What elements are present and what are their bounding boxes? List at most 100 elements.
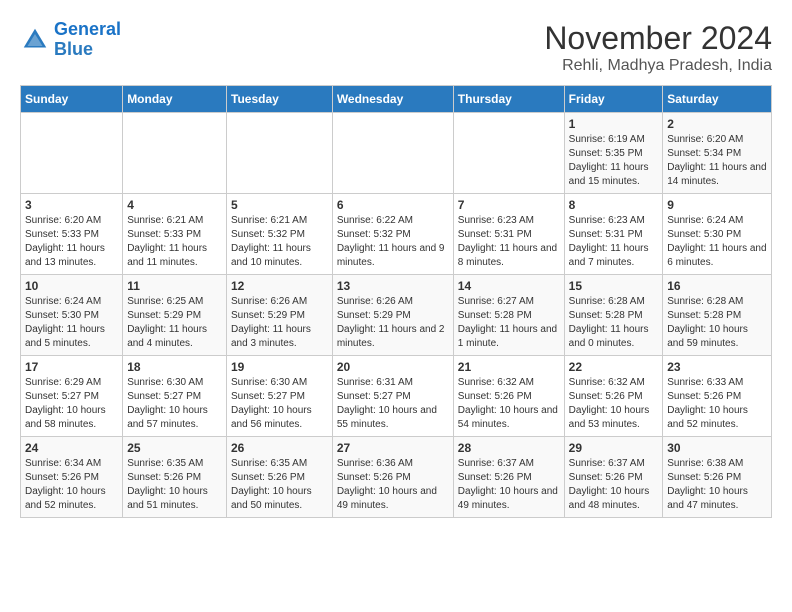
- calendar-cell: [21, 113, 123, 194]
- day-number: 22: [569, 360, 659, 374]
- day-info: Sunrise: 6:32 AM Sunset: 5:26 PM Dayligh…: [569, 376, 659, 432]
- day-number: 14: [458, 279, 560, 293]
- calendar-cell: 5 Sunrise: 6:21 AM Sunset: 5:32 PM Daylig…: [227, 194, 333, 275]
- day-info: Sunrise: 6:32 AM Sunset: 5:26 PM Dayligh…: [458, 376, 560, 432]
- calendar-cell: 17 Sunrise: 6:29 AM Sunset: 5:27 PM Dayli…: [21, 356, 123, 437]
- calendar-cell: 11 Sunrise: 6:25 AM Sunset: 5:29 PM Dayli…: [123, 275, 227, 356]
- day-info: Sunrise: 6:22 AM Sunset: 5:32 PM Dayligh…: [337, 214, 449, 270]
- day-number: 4: [127, 198, 222, 212]
- calendar-cell: 8 Sunrise: 6:23 AM Sunset: 5:31 PM Daylig…: [564, 194, 663, 275]
- page-header: General Blue November 2024 Rehli, Madhya…: [20, 20, 772, 75]
- day-number: 5: [231, 198, 328, 212]
- weekday-header-wednesday: Wednesday: [332, 86, 453, 113]
- day-number: 30: [667, 441, 767, 455]
- month-title: November 2024: [544, 20, 772, 57]
- location-subtitle: Rehli, Madhya Pradesh, India: [544, 57, 772, 75]
- calendar-header-row: SundayMondayTuesdayWednesdayThursdayFrid…: [21, 86, 772, 113]
- day-number: 8: [569, 198, 659, 212]
- calendar-cell: 1 Sunrise: 6:19 AM Sunset: 5:35 PM Daylig…: [564, 113, 663, 194]
- day-number: 28: [458, 441, 560, 455]
- day-number: 9: [667, 198, 767, 212]
- calendar-cell: 29Sunrise: 6:37 AM Sunset: 5:26 PM Dayli…: [564, 437, 663, 518]
- day-number: 26: [231, 441, 328, 455]
- calendar-cell: 4Sunrise: 6:21 AM Sunset: 5:33 PM Daylig…: [123, 194, 227, 275]
- calendar-week-row: 10 Sunrise: 6:24 AM Sunset: 5:30 PM Dayli…: [21, 275, 772, 356]
- day-number: 3: [25, 198, 118, 212]
- day-info: Sunrise: 6:20 AM Sunset: 5:34 PM Dayligh…: [667, 133, 767, 189]
- day-number: 18: [127, 360, 222, 374]
- day-number: 7: [458, 198, 560, 212]
- day-number: 12: [231, 279, 328, 293]
- day-info: Sunrise: 6:24 AM Sunset: 5:30 PM Dayligh…: [25, 295, 118, 351]
- calendar-cell: 13Sunrise: 6:26 AM Sunset: 5:29 PM Dayli…: [332, 275, 453, 356]
- calendar-cell: [332, 113, 453, 194]
- day-number: 1: [569, 117, 659, 131]
- day-info: Sunrise: 6:37 AM Sunset: 5:26 PM Dayligh…: [458, 457, 560, 513]
- day-info: Sunrise: 6:31 AM Sunset: 5:27 PM Dayligh…: [337, 376, 449, 432]
- calendar-cell: 3 Sunrise: 6:20 AM Sunset: 5:33 PM Daylig…: [21, 194, 123, 275]
- calendar-cell: 27Sunrise: 6:36 AM Sunset: 5:26 PM Dayli…: [332, 437, 453, 518]
- weekday-header-tuesday: Tuesday: [227, 86, 333, 113]
- day-number: 6: [337, 198, 449, 212]
- day-info: Sunrise: 6:24 AM Sunset: 5:30 PM Dayligh…: [667, 214, 767, 270]
- calendar-cell: 9 Sunrise: 6:24 AM Sunset: 5:30 PM Daylig…: [663, 194, 772, 275]
- weekday-header-friday: Friday: [564, 86, 663, 113]
- day-number: 19: [231, 360, 328, 374]
- calendar-cell: 23Sunrise: 6:33 AM Sunset: 5:26 PM Dayli…: [663, 356, 772, 437]
- calendar-cell: 30Sunrise: 6:38 AM Sunset: 5:26 PM Dayli…: [663, 437, 772, 518]
- day-number: 29: [569, 441, 659, 455]
- calendar-cell: 18 Sunrise: 6:30 AM Sunset: 5:27 PM Dayli…: [123, 356, 227, 437]
- day-number: 15: [569, 279, 659, 293]
- day-number: 24: [25, 441, 118, 455]
- calendar-cell: 14 Sunrise: 6:27 AM Sunset: 5:28 PM Dayli…: [453, 275, 564, 356]
- day-info: Sunrise: 6:33 AM Sunset: 5:26 PM Dayligh…: [667, 376, 767, 432]
- day-number: 11: [127, 279, 222, 293]
- weekday-header-sunday: Sunday: [21, 86, 123, 113]
- day-info: Sunrise: 6:29 AM Sunset: 5:27 PM Dayligh…: [25, 376, 118, 432]
- weekday-header-thursday: Thursday: [453, 86, 564, 113]
- calendar-cell: 21Sunrise: 6:32 AM Sunset: 5:26 PM Dayli…: [453, 356, 564, 437]
- calendar-week-row: 1 Sunrise: 6:19 AM Sunset: 5:35 PM Daylig…: [21, 113, 772, 194]
- day-info: Sunrise: 6:26 AM Sunset: 5:29 PM Dayligh…: [231, 295, 328, 351]
- calendar-cell: 16Sunrise: 6:28 AM Sunset: 5:28 PM Dayli…: [663, 275, 772, 356]
- day-number: 2: [667, 117, 767, 131]
- calendar-cell: [227, 113, 333, 194]
- day-info: Sunrise: 6:25 AM Sunset: 5:29 PM Dayligh…: [127, 295, 222, 351]
- day-number: 10: [25, 279, 118, 293]
- day-info: Sunrise: 6:30 AM Sunset: 5:27 PM Dayligh…: [127, 376, 222, 432]
- calendar-cell: 2 Sunrise: 6:20 AM Sunset: 5:34 PM Daylig…: [663, 113, 772, 194]
- calendar-cell: [453, 113, 564, 194]
- day-number: 27: [337, 441, 449, 455]
- day-number: 13: [337, 279, 449, 293]
- calendar-cell: 24 Sunrise: 6:34 AM Sunset: 5:26 PM Dayli…: [21, 437, 123, 518]
- day-number: 20: [337, 360, 449, 374]
- calendar-cell: 20 Sunrise: 6:31 AM Sunset: 5:27 PM Dayli…: [332, 356, 453, 437]
- title-block: November 2024 Rehli, Madhya Pradesh, Ind…: [544, 20, 772, 75]
- calendar-cell: 7 Sunrise: 6:23 AM Sunset: 5:31 PM Daylig…: [453, 194, 564, 275]
- calendar-week-row: 17 Sunrise: 6:29 AM Sunset: 5:27 PM Dayli…: [21, 356, 772, 437]
- calendar-cell: 22 Sunrise: 6:32 AM Sunset: 5:26 PM Dayli…: [564, 356, 663, 437]
- day-info: Sunrise: 6:23 AM Sunset: 5:31 PM Dayligh…: [458, 214, 560, 270]
- day-info: Sunrise: 6:27 AM Sunset: 5:28 PM Dayligh…: [458, 295, 560, 351]
- calendar-cell: 26 Sunrise: 6:35 AM Sunset: 5:26 PM Dayli…: [227, 437, 333, 518]
- calendar-cell: 25 Sunrise: 6:35 AM Sunset: 5:26 PM Dayli…: [123, 437, 227, 518]
- calendar-cell: 10 Sunrise: 6:24 AM Sunset: 5:30 PM Dayli…: [21, 275, 123, 356]
- calendar-cell: 15 Sunrise: 6:28 AM Sunset: 5:28 PM Dayli…: [564, 275, 663, 356]
- day-info: Sunrise: 6:21 AM Sunset: 5:32 PM Dayligh…: [231, 214, 328, 270]
- logo-icon: [20, 25, 50, 55]
- day-info: Sunrise: 6:34 AM Sunset: 5:26 PM Dayligh…: [25, 457, 118, 513]
- day-number: 25: [127, 441, 222, 455]
- calendar-cell: [123, 113, 227, 194]
- day-number: 16: [667, 279, 767, 293]
- day-info: Sunrise: 6:35 AM Sunset: 5:26 PM Dayligh…: [127, 457, 222, 513]
- day-info: Sunrise: 6:20 AM Sunset: 5:33 PM Dayligh…: [25, 214, 118, 270]
- day-number: 17: [25, 360, 118, 374]
- day-info: Sunrise: 6:35 AM Sunset: 5:26 PM Dayligh…: [231, 457, 328, 513]
- day-info: Sunrise: 6:19 AM Sunset: 5:35 PM Dayligh…: [569, 133, 659, 189]
- day-info: Sunrise: 6:23 AM Sunset: 5:31 PM Dayligh…: [569, 214, 659, 270]
- logo: General Blue: [20, 20, 121, 60]
- day-info: Sunrise: 6:28 AM Sunset: 5:28 PM Dayligh…: [569, 295, 659, 351]
- logo-text: General Blue: [54, 20, 121, 60]
- calendar-table: SundayMondayTuesdayWednesdayThursdayFrid…: [20, 85, 772, 518]
- calendar-cell: 6 Sunrise: 6:22 AM Sunset: 5:32 PM Daylig…: [332, 194, 453, 275]
